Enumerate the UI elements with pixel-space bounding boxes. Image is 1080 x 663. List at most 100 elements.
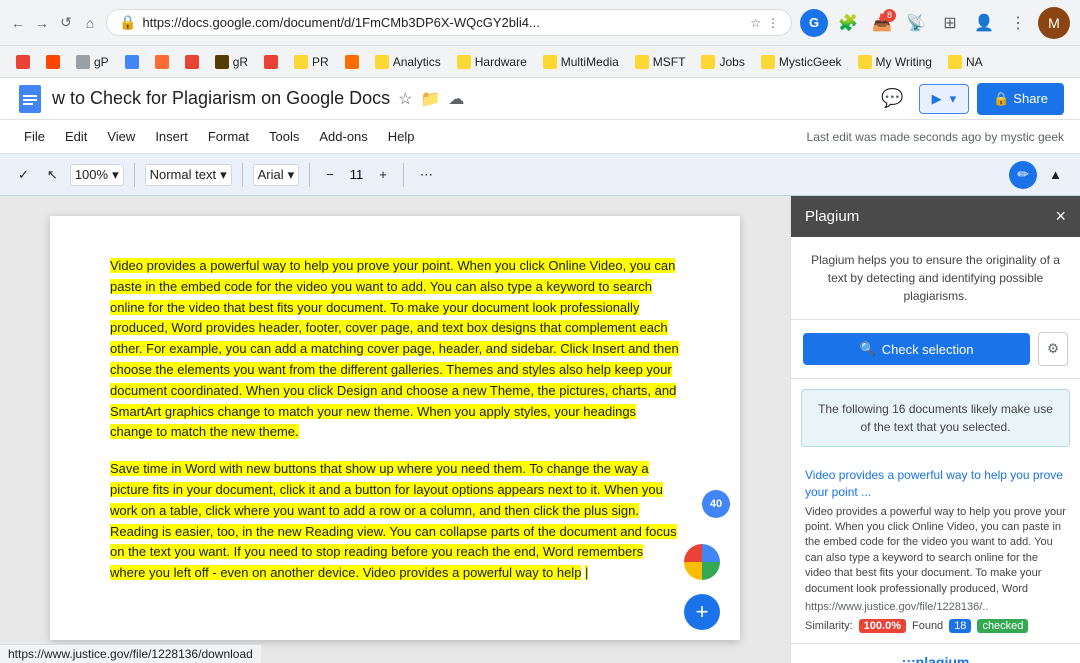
refresh-button[interactable]: ↺ [58,15,74,31]
hardware-folder-icon [457,55,471,69]
analytics-folder-icon [375,55,389,69]
bookmark-gp[interactable]: gP [70,53,115,71]
font-size-value: 11 [346,167,368,182]
bookmark-hardware-label: Hardware [475,55,527,69]
toolbar-cursor[interactable]: ↖ [41,163,64,187]
plagium-close-button[interactable]: × [1055,206,1066,227]
bookmark-gr-label: gR [233,55,248,69]
notification-badge: 40 [702,490,730,518]
menu-view[interactable]: View [99,125,143,148]
bookmark-pr[interactable]: PR [288,53,335,71]
address-bar[interactable]: 🔒 https://docs.google.com/document/d/1Fm… [106,9,792,36]
share-button[interactable]: 🔒 Share [977,83,1064,115]
profile-icon[interactable]: G [800,9,828,37]
docs-header-right: 💬 ▶ ▾ 🔒 Share [875,81,1064,117]
zoom-selector[interactable]: 100% ▾ [70,164,124,186]
menu-file[interactable]: File [16,125,53,148]
style-selector[interactable]: Normal text ▾ [145,164,232,186]
bookmark-analytics-icon[interactable] [339,53,365,71]
star-doc-icon[interactable]: ☆ [398,89,412,109]
tab-groups-icon[interactable]: ⊞ [936,9,964,37]
result-meta: Similarity: 100.0% Found 18 checked [805,619,1066,633]
style-value: Normal text [150,167,216,182]
menu-icon[interactable]: ⋮ [1004,9,1032,37]
browser-controls: ← → ↺ ⌂ [10,15,98,31]
menu-addons[interactable]: Add-ons [311,125,375,148]
toolbar-chevron-up[interactable]: ▲ [1043,163,1068,186]
font-size-minus[interactable]: − [320,163,340,186]
extensions-icon[interactable]: 🧩 [834,9,862,37]
bookmark-item-6[interactable] [179,53,205,71]
user-avatar[interactable]: M [1038,7,1070,39]
divider-2 [242,163,243,187]
edit-mode-button[interactable]: ✏ [1009,161,1037,189]
download-icon[interactable]: 📥 8 [868,9,896,37]
bookmark-msft[interactable]: MSFT [629,53,692,71]
settings-button[interactable]: ⚙ [1038,332,1068,366]
comments-button[interactable]: 💬 [875,81,911,117]
result-item: Video provides a powerful way to help yo… [791,457,1080,644]
bookmark-mywriting[interactable]: My Writing [852,53,938,71]
doc-title: w to Check for Plagiarism on Google Docs [52,88,390,109]
toolbar-more[interactable]: ⋯ [414,163,439,187]
account-icon[interactable]: 👤 [970,9,998,37]
font-selector[interactable]: Arial ▾ [253,164,300,186]
google-logo-fab[interactable] [684,544,720,580]
star-icon[interactable]: ☆ [750,16,761,30]
gr-icon [215,55,229,69]
search-icon: 🔍 [860,341,876,357]
present-button[interactable]: ▶ ▾ [919,84,970,114]
menu-insert[interactable]: Insert [147,125,196,148]
back-button[interactable]: ← [10,15,26,31]
multimedia-folder-icon [543,55,557,69]
bookmark-gr[interactable]: gR [209,53,254,71]
plagium-notice: The following 16 documents likely make u… [801,389,1070,447]
menu-edit[interactable]: Edit [57,125,95,148]
bookmark-mysticgeek[interactable]: MysticGeek [755,53,848,71]
bookmark-jobs-label: Jobs [719,55,744,69]
menu-format[interactable]: Format [200,125,257,148]
cloud-sync-icon: ☁ [448,89,464,109]
bookmarks-bar: gP gR PR Analytics Hardware MultiMedia M… [0,46,1080,78]
bookmark-na[interactable]: NA [942,53,989,71]
bookmark-jobs[interactable]: Jobs [695,53,750,71]
forward-button[interactable]: → [34,15,50,31]
home-button[interactable]: ⌂ [82,15,98,31]
share-label: Share [1013,91,1048,106]
check-selection-button[interactable]: 🔍 Check selection [803,333,1030,365]
gear-icon: ⚙ [1047,341,1059,356]
docs-toolbar: ✓ ↖ 100% ▾ Normal text ▾ Arial ▾ − 11 + … [0,154,1080,196]
msft-folder-icon [635,55,649,69]
check-selection-label: Check selection [882,342,974,357]
bookmark-analytics[interactable]: Analytics [369,53,447,71]
cast-icon[interactable]: 📡 [902,9,930,37]
bookmark-item-2[interactable] [40,53,66,71]
toolbar-spellcheck[interactable]: ✓ [12,163,35,187]
last-edit-text: Last edit was made seconds ago by mystic… [807,130,1064,144]
gp-icon [76,55,90,69]
bookmark-item-5[interactable] [149,53,175,71]
bookmark-hardware[interactable]: Hardware [451,53,533,71]
style-chevron: ▾ [220,167,227,183]
analytics-icon [345,55,359,69]
zoom-chevron: ▾ [112,167,119,183]
na-folder-icon [948,55,962,69]
bookmark-gp-label: gP [94,55,109,69]
lens-icon[interactable]: ⋮ [767,16,779,30]
bookmark-youtube[interactable] [10,53,36,71]
doc-area[interactable]: Video provides a powerful way to help yo… [0,196,790,663]
reddit-icon [46,55,60,69]
zoom-value: 100% [75,167,108,182]
font-chevron: ▾ [288,167,295,183]
move-to-folder-icon[interactable]: 📁 [421,89,441,109]
add-button[interactable]: + [684,594,720,630]
bookmark-multimedia[interactable]: MultiMedia [537,53,625,71]
item5-icon [155,55,169,69]
result-link[interactable]: Video provides a powerful way to help yo… [805,467,1066,501]
font-size-plus[interactable]: + [373,163,393,186]
bookmark-item-8[interactable] [258,53,284,71]
plagium-logo: :::plagium [791,644,1080,663]
menu-help[interactable]: Help [380,125,423,148]
bookmark-item-4[interactable] [119,53,145,71]
menu-tools[interactable]: Tools [261,125,307,148]
